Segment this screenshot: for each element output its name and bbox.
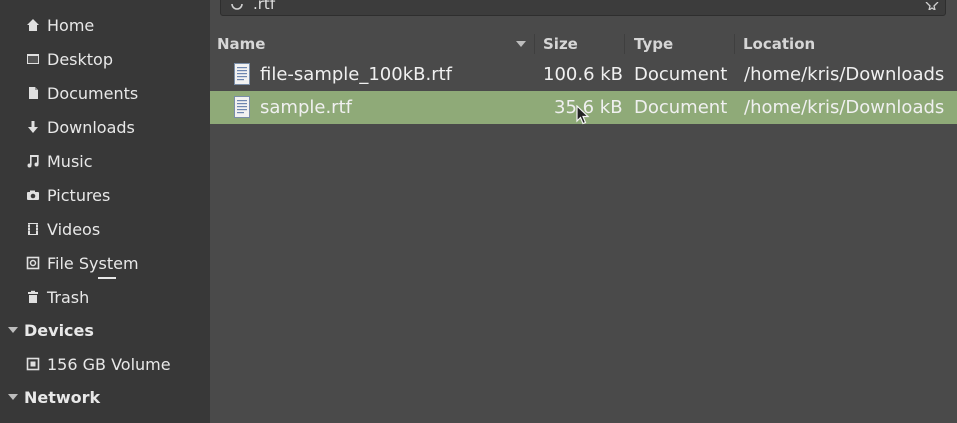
column-separator [734, 34, 735, 54]
chevron-down-icon [8, 327, 18, 333]
document-icon [234, 63, 250, 90]
column-separator [534, 34, 535, 54]
devices-section-header[interactable]: Devices [0, 315, 210, 345]
sidebar-item-desktop[interactable]: Desktop [0, 44, 210, 74]
music-icon [25, 153, 41, 169]
drive-icon [25, 356, 41, 372]
sidebar-item-downloads[interactable]: Downloads [0, 112, 210, 142]
desktop-icon [25, 51, 41, 67]
downloads-icon [25, 119, 41, 135]
sidebar-item-label: Music [47, 151, 93, 171]
sidebar-item-label: 156 GB Volume [47, 354, 171, 374]
file-size: 100.6 kB [543, 64, 624, 85]
star-icon[interactable] [925, 0, 939, 14]
column-header-type[interactable]: Type [634, 33, 673, 55]
file-type: Document [634, 97, 728, 118]
mouse-cursor-icon [576, 105, 590, 125]
sidebar-item-label: Videos [47, 219, 101, 239]
column-header-location[interactable]: Location [743, 33, 815, 55]
network-section-header[interactable]: Network [0, 382, 210, 412]
column-separator [624, 34, 625, 54]
sidebar-item-label: Trash [47, 287, 90, 307]
column-header-name[interactable]: Name [217, 33, 265, 55]
document-icon [234, 96, 250, 123]
sidebar-item-file-system[interactable]: File System [0, 248, 210, 278]
sidebar-item-label: Documents [47, 83, 139, 103]
file-manager-window: Home Desktop Documents Downloads Music P… [0, 0, 957, 423]
sidebar-item-home[interactable]: Home [0, 10, 210, 40]
search-input[interactable]: .rtf [220, 0, 946, 16]
documents-icon [25, 85, 41, 101]
chevron-down-icon [8, 394, 18, 400]
sidebar-item-label: Pictures [47, 185, 111, 205]
file-location: /home/kris/Downloads [744, 64, 945, 85]
camera-icon [25, 187, 41, 203]
home-icon [25, 17, 41, 33]
search-icon [231, 0, 243, 16]
sidebar-item-volume[interactable]: 156 GB Volume [0, 349, 210, 379]
file-location: /home/kris/Downloads [744, 97, 945, 118]
file-list-pane: .rtf Name Size Type Location file-sample… [210, 0, 957, 423]
sidebar-item-label: Desktop [47, 49, 113, 69]
sidebar-item-label: Downloads [47, 117, 135, 137]
film-icon [25, 221, 41, 237]
sidebar-item-label: Home [47, 15, 95, 35]
file-name: file-sample_100kB.rtf [260, 64, 452, 85]
sidebar-item-music[interactable]: Music [0, 146, 210, 176]
sort-descending-icon [516, 41, 526, 47]
column-header-size[interactable]: Size [543, 33, 578, 55]
drop-indicator [98, 277, 116, 279]
trash-icon [25, 289, 41, 305]
sidebar-item-pictures[interactable]: Pictures [0, 180, 210, 210]
sidebar: Home Desktop Documents Downloads Music P… [0, 0, 210, 423]
sidebar-item-label: File System [47, 253, 139, 273]
file-system-icon [25, 255, 41, 271]
sidebar-item-documents[interactable]: Documents [0, 78, 210, 108]
file-type: Document [634, 64, 728, 85]
sidebar-item-videos[interactable]: Videos [0, 214, 210, 244]
file-row[interactable]: file-sample_100kB.rtf 100.6 kB Document … [210, 58, 957, 91]
search-value: .rtf [253, 0, 276, 13]
file-name: sample.rtf [260, 97, 352, 118]
sidebar-item-trash[interactable]: Trash [0, 282, 210, 312]
